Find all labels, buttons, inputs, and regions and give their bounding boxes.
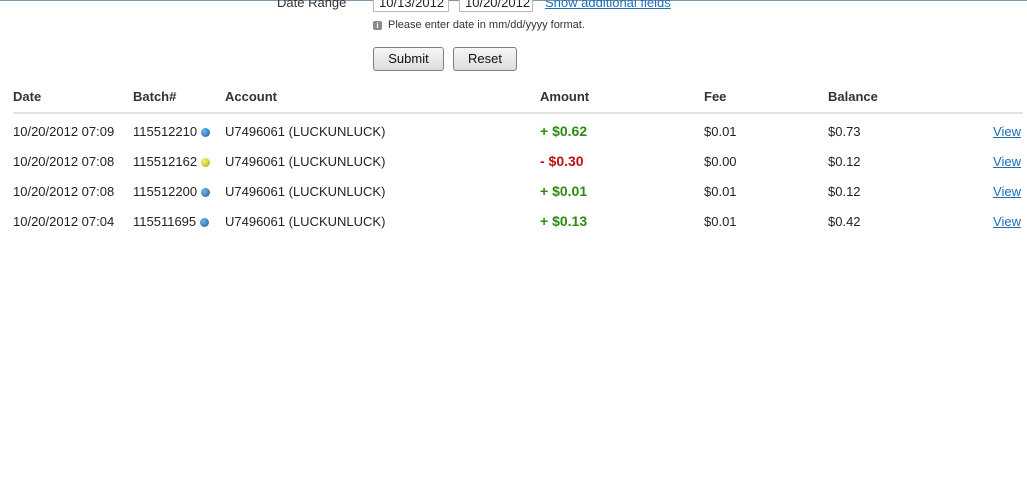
row-batch: 115512162: [133, 154, 211, 169]
status-dot-icon: [201, 158, 211, 167]
date-from-input[interactable]: 10/13/2012: [373, 0, 449, 12]
header-amount: Amount: [540, 89, 590, 104]
date-format-hint: i Please enter date in mm/dd/yyyy format…: [373, 19, 585, 31]
row-date: 10/20/2012 07:09: [13, 124, 115, 139]
table-row: 10/20/2012 07:08 115512200 U7496061 (LUCKU…: [13, 177, 1023, 207]
row-account: U7496061 (LUCKUNLUCK): [225, 184, 386, 199]
row-fee: $0.00: [704, 154, 737, 169]
row-batch-number: 115512200: [133, 184, 198, 199]
submit-button[interactable]: Submit: [373, 47, 444, 71]
row-balance: $0.42: [828, 214, 861, 229]
show-additional-fields-link[interactable]: Show additional fields: [545, 0, 671, 10]
status-dot-icon: [201, 128, 211, 137]
row-batch: 115512200: [133, 184, 211, 199]
date-range-label: Date Range: [277, 0, 347, 10]
header-date: Date: [13, 89, 42, 104]
table-row: 10/20/2012 07:08 115512162 U7496061 (LUCKU…: [13, 147, 1023, 177]
header-account: Account: [225, 89, 277, 104]
table-body: 10/20/2012 07:09 115512210 U7496061 (LUCKU…: [13, 117, 1023, 237]
row-balance: $0.12: [828, 154, 861, 169]
row-amount: + $0.13: [540, 213, 588, 229]
status-dot-icon: [200, 218, 210, 227]
header-fee: Fee: [704, 89, 727, 104]
row-account: U7496061 (LUCKUNLUCK): [225, 124, 386, 139]
row-amount: - $0.30: [540, 153, 584, 169]
row-date: 10/20/2012 07:08: [13, 154, 115, 169]
view-link[interactable]: View: [993, 154, 1021, 169]
row-date: 10/20/2012 07:08: [13, 184, 115, 199]
table-row: 10/20/2012 07:09 115512210 U7496061 (LUCKU…: [13, 117, 1023, 147]
row-balance: $0.73: [828, 124, 861, 139]
transactions-table: Date Batch# Account Amount Fee Balance 1…: [13, 86, 1023, 237]
row-batch: 115511695: [133, 214, 210, 229]
row-fee: $0.01: [704, 184, 737, 199]
table-row: 10/20/2012 07:04 115511695 U7496061 (LUCKU…: [13, 207, 1023, 237]
row-amount: + $0.62: [540, 123, 588, 139]
row-balance: $0.12: [828, 184, 861, 199]
header-balance: Balance: [828, 89, 878, 104]
row-batch-number: 115512210: [133, 124, 198, 139]
view-link[interactable]: View: [993, 184, 1021, 199]
view-link[interactable]: View: [993, 214, 1021, 229]
row-batch-number: 115511695: [133, 214, 197, 229]
row-fee: $0.01: [704, 124, 737, 139]
row-date: 10/20/2012 07:04: [13, 214, 115, 229]
row-account: U7496061 (LUCKUNLUCK): [225, 214, 386, 229]
view-link[interactable]: View: [993, 124, 1021, 139]
header-batch: Batch#: [133, 89, 177, 104]
date-to-input[interactable]: 10/20/2012: [459, 0, 533, 12]
info-icon: i: [373, 20, 382, 30]
table-header: Date Batch# Account Amount Fee Balance: [13, 86, 1023, 114]
reset-button[interactable]: Reset: [453, 47, 517, 71]
status-dot-icon: [201, 188, 211, 197]
row-amount: + $0.01: [540, 183, 588, 199]
row-batch-number: 115512162: [133, 154, 198, 169]
hint-text: Please enter date in mm/dd/yyyy format.: [388, 19, 585, 31]
row-account: U7496061 (LUCKUNLUCK): [225, 154, 386, 169]
row-batch: 115512210: [133, 124, 211, 139]
row-fee: $0.01: [704, 214, 737, 229]
